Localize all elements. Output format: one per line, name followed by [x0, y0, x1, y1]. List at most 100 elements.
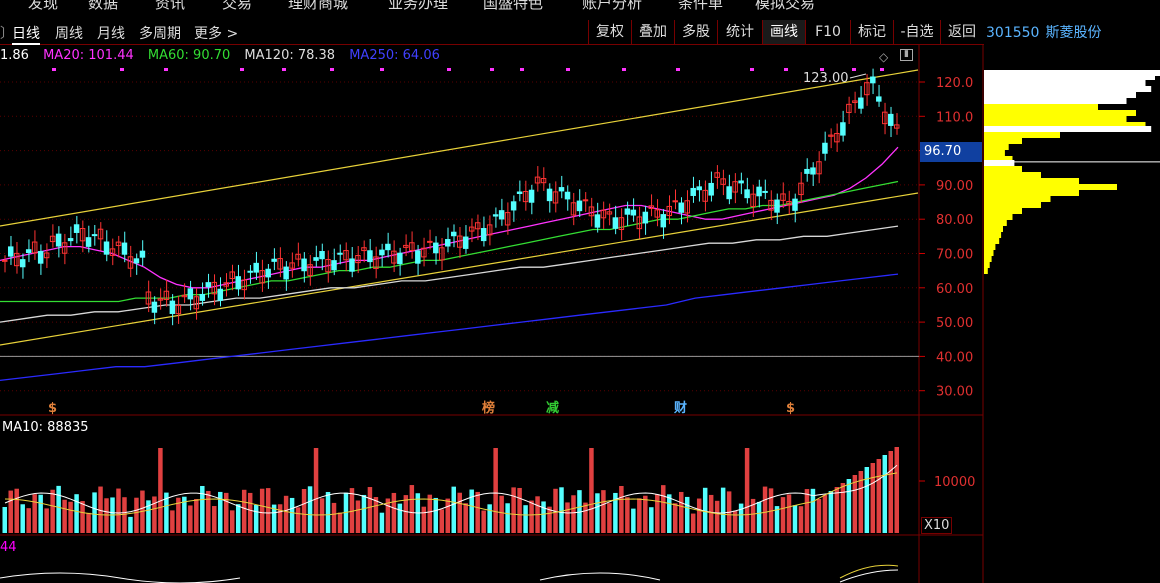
volume-bar: [864, 467, 870, 533]
volume-bar: [188, 505, 193, 533]
candle-body: [415, 250, 421, 264]
volume-bar: [307, 486, 313, 533]
candle-body: [462, 236, 469, 249]
candle-body: [762, 190, 768, 193]
signal-dot: [447, 68, 451, 71]
candle-body: [85, 237, 92, 247]
volume-bar: [295, 507, 301, 533]
volume-bar: [38, 494, 43, 533]
candle-body: [498, 210, 505, 220]
chip-distribution-bar: [984, 80, 1146, 86]
candle-body: [708, 182, 714, 196]
chip-distribution-bar: [984, 178, 1079, 184]
candle-body: [642, 211, 649, 224]
candle-body: [660, 214, 667, 228]
candle-body: [139, 250, 146, 258]
chip-distribution-bar: [984, 98, 1127, 104]
volume-bar: [451, 486, 456, 533]
volume-bar: [661, 485, 666, 533]
volume-bar: [14, 488, 19, 533]
candle-body: [876, 96, 882, 102]
chip-distribution-bar: [984, 166, 1022, 172]
chip-distribution-bar: [984, 214, 1013, 220]
volume-bar: [152, 496, 157, 533]
volume-bar: [475, 491, 480, 533]
volume-bar: [277, 504, 283, 533]
candle-body: [738, 180, 744, 184]
signal-dot: [852, 68, 856, 71]
chip-distribution-bar: [984, 92, 1136, 98]
candle-body: [480, 228, 487, 242]
signal-dot: [750, 68, 754, 71]
volume-multiplier[interactable]: X10: [921, 517, 953, 534]
chip-distribution-bar: [984, 104, 1098, 110]
candle-body: [133, 258, 140, 264]
volume-bar: [595, 493, 600, 533]
volume-bar: [493, 448, 498, 533]
volume-bar: [247, 492, 253, 533]
candle-body: [612, 217, 619, 229]
signal-dot: [566, 68, 570, 71]
chip-distribution-bar: [984, 116, 1127, 122]
volume-bar: [786, 494, 792, 533]
high-price-label: 123.00: [803, 71, 849, 86]
volume-bar: [463, 503, 468, 533]
volume-bar: [32, 494, 37, 533]
volume-bar: [253, 504, 259, 533]
volume-bar: [732, 510, 738, 533]
volume-bar: [122, 497, 127, 533]
volume-bar: [206, 490, 211, 533]
volume-bar: [325, 491, 331, 533]
volume-bar: [511, 487, 516, 533]
candle-body: [349, 258, 355, 272]
volume-bar: [690, 513, 696, 533]
chip-distribution-bar: [984, 184, 1117, 190]
volume-bar: [798, 506, 804, 533]
volume-bar: [391, 492, 397, 533]
candle-body: [451, 231, 457, 237]
candle-body: [283, 266, 289, 280]
candle-body: [25, 249, 32, 253]
volume-tick-label: 10000: [934, 475, 975, 490]
volume-bar: [433, 497, 439, 533]
volume-bar: [762, 486, 768, 533]
volume-bar: [50, 489, 55, 533]
volume-bar: [487, 504, 492, 533]
volume-bar: [259, 488, 265, 533]
signal-dot: [520, 68, 524, 71]
candle-body: [247, 270, 253, 273]
chip-distribution-bar: [984, 132, 1060, 138]
candle-body: [169, 300, 176, 314]
chip-distribution-bar: [984, 172, 1041, 178]
volume-bar: [637, 498, 642, 533]
kline-chart[interactable]: 120.0110.0100.090.0080.0070.0060.0050.00…: [0, 0, 1160, 583]
chip-distribution-bar: [984, 144, 1009, 150]
chip-distribution-bar: [984, 256, 992, 262]
y-tick-label: 70.00: [936, 248, 973, 263]
chip-distribution-bar: [984, 150, 1005, 156]
candle-body: [528, 189, 535, 203]
volume-bar: [427, 494, 433, 533]
candle-body: [37, 251, 44, 264]
volume-bar: [116, 488, 121, 533]
candle-body: [367, 250, 373, 263]
volume-bar: [846, 479, 852, 533]
signal-dot: [330, 68, 334, 71]
volume-bar: [373, 497, 379, 533]
candle-body: [235, 276, 241, 290]
chip-distribution-bar: [984, 262, 990, 268]
macd-dif-line: [0, 572, 241, 583]
volume-bar: [714, 500, 720, 533]
volume-bar: [331, 502, 337, 533]
volume-bar: [367, 487, 373, 533]
macd-legend: 44: [0, 540, 17, 555]
volume-bar: [876, 459, 882, 533]
chip-distribution-bar: [984, 238, 1000, 244]
volume-bar: [313, 448, 319, 533]
volume-bar: [517, 487, 522, 533]
candle-body: [331, 260, 337, 271]
volume-bar: [26, 508, 31, 533]
volume-bar: [756, 501, 762, 533]
volume-bar: [720, 487, 726, 533]
volume-bar: [158, 448, 163, 533]
